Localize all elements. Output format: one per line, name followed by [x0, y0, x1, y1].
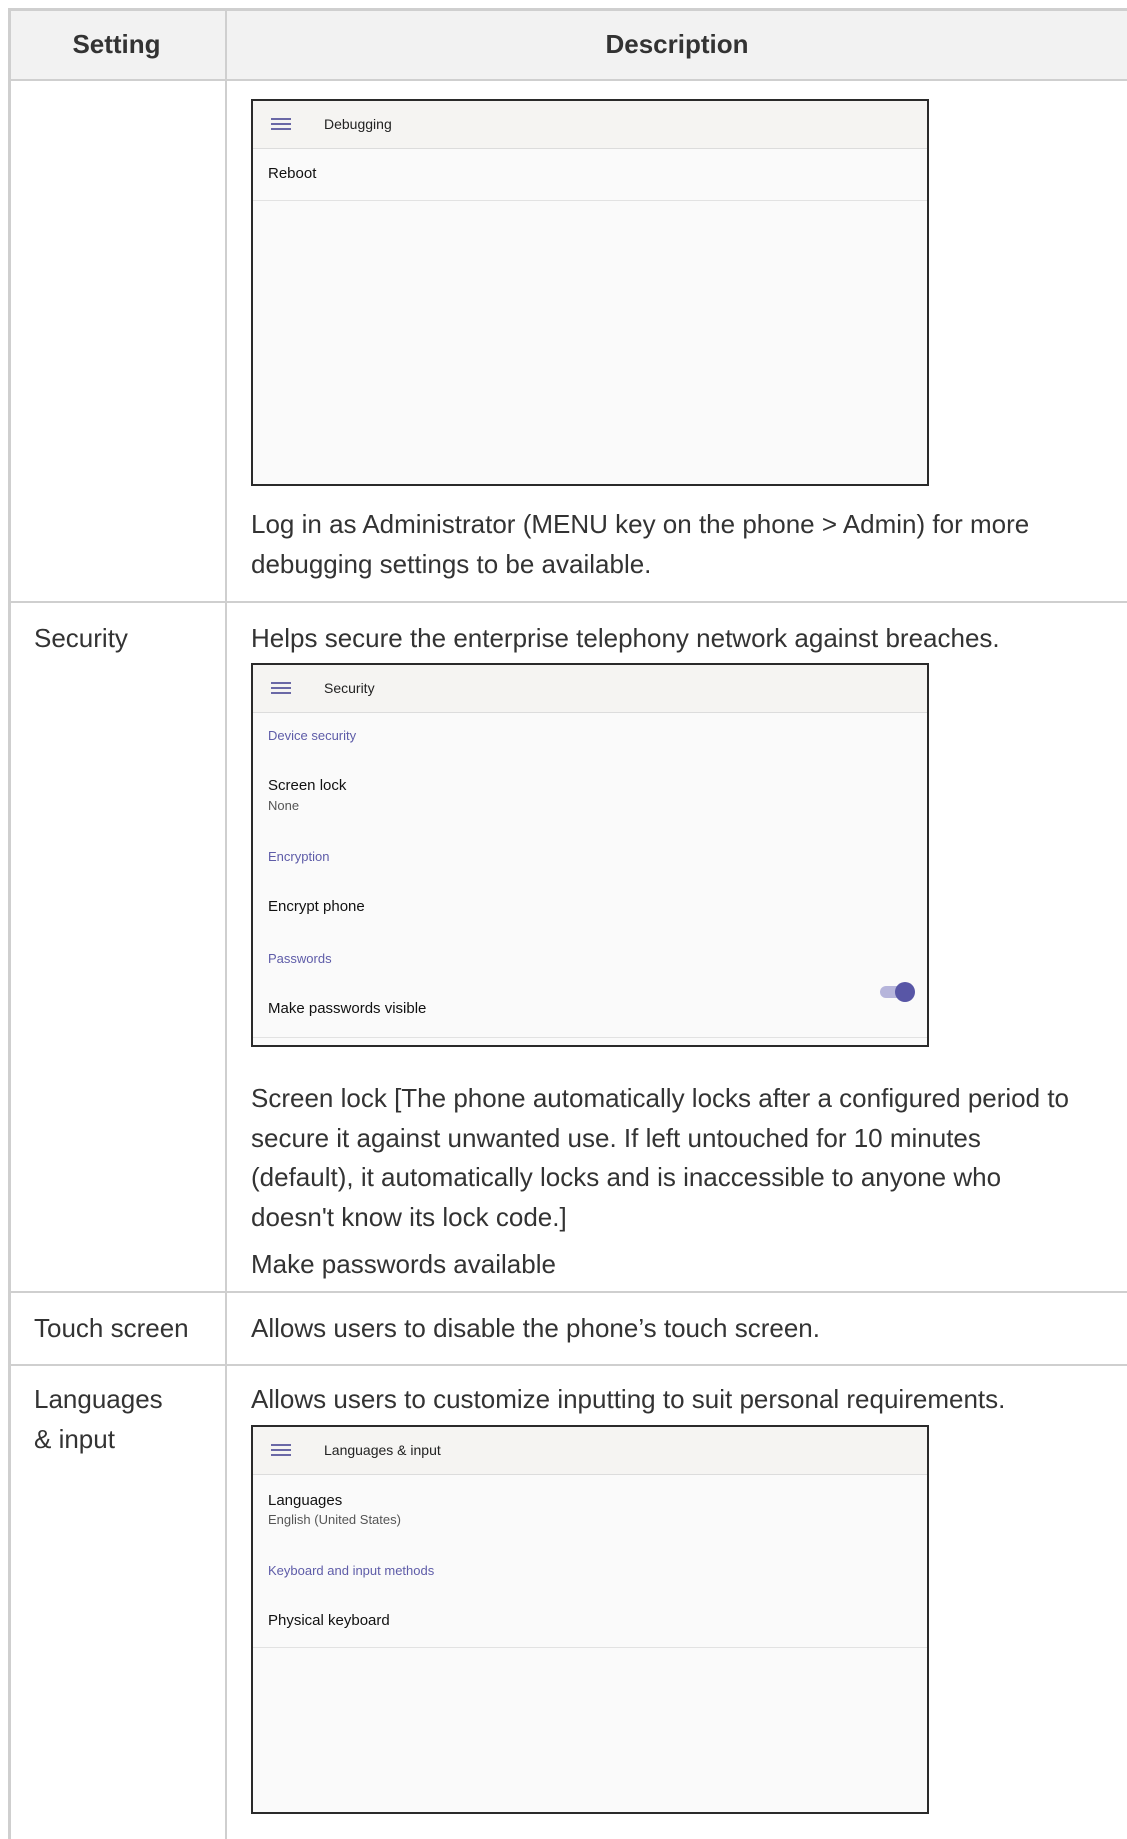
debugging-screenshot: Debugging Reboot: [251, 99, 929, 486]
languages-item: Languages: [268, 1492, 343, 1509]
screen-lock-value: None: [268, 798, 300, 813]
security-note-line-1: Screen lock [The phone automatically loc…: [251, 1083, 1070, 1113]
security-screenshot: Security Device security Screen lock Non…: [251, 663, 929, 1047]
debugging-note-line-1: Log in as Administrator (MENU key on the…: [251, 509, 1030, 539]
category-passwords: Passwords: [268, 951, 332, 966]
security-note-line-3: (default), it automatically locks and is…: [251, 1162, 1002, 1192]
phone-screen-title: Debugging: [324, 116, 392, 132]
column-divider: [225, 8, 227, 1839]
table-header-row: Setting Description: [8, 8, 1127, 81]
security-note-line-5: Make passwords available: [251, 1249, 556, 1279]
debugging-note-line-2: debugging settings to be available.: [251, 549, 652, 579]
setting-name-touch-screen: Touch screen: [34, 1313, 189, 1343]
security-intro: Helps secure the enterprise telephony ne…: [251, 623, 1000, 653]
row-divider: [8, 601, 1127, 603]
row-divider: [8, 1364, 1127, 1366]
screen-lock-item: Screen lock: [268, 777, 347, 794]
languages-screenshot: Languages & input Languages English (Uni…: [251, 1425, 929, 1814]
security-note-line-2: secure it against unwanted use. If left …: [251, 1123, 981, 1153]
languages-value: English (United States): [268, 1512, 401, 1527]
table-top-border: [8, 8, 1127, 11]
setting-name-security: Security: [34, 623, 128, 653]
table-left-border: [8, 8, 11, 1839]
phone-title-bar: Languages & input: [253, 1427, 927, 1475]
list-divider: [253, 200, 927, 201]
toggle-knob: [895, 982, 915, 1002]
make-passwords-visible-item: Make passwords visible: [268, 1000, 427, 1017]
setting-name-languages-line-1: Languages: [34, 1384, 163, 1414]
encrypt-phone-item: Encrypt phone: [268, 898, 365, 915]
row-divider: [8, 1291, 1127, 1293]
security-note-line-4: doesn't know its lock code.]: [251, 1202, 567, 1232]
column-header-setting: Setting: [72, 29, 161, 59]
physical-keyboard-item: Physical keyboard: [268, 1612, 390, 1629]
phone-title-bar: Debugging: [253, 101, 927, 149]
list-divider: [253, 1037, 927, 1038]
row-divider: [8, 79, 1127, 81]
setting-name-languages-line-2: & input: [34, 1424, 115, 1454]
menu-icon: [271, 1444, 291, 1457]
phone-screen-title: Languages & input: [324, 1442, 441, 1458]
category-keyboard-input: Keyboard and input methods: [268, 1563, 435, 1578]
column-header-description: Description: [605, 29, 749, 59]
menu-icon: [271, 682, 291, 695]
phone-title-bar: Security: [253, 665, 927, 713]
category-device-security: Device security: [268, 728, 357, 743]
touch-screen-intro: Allows users to disable the phone’s touc…: [251, 1313, 820, 1343]
reboot-item: Reboot: [268, 165, 317, 182]
phone-screen-title: Security: [324, 680, 375, 696]
languages-intro: Allows users to customize inputting to s…: [251, 1384, 1006, 1414]
settings-table: Setting Description Debugging Reboot Log…: [8, 8, 1127, 1839]
list-divider: [253, 1647, 927, 1648]
menu-icon: [271, 118, 291, 131]
category-encryption: Encryption: [268, 849, 330, 864]
